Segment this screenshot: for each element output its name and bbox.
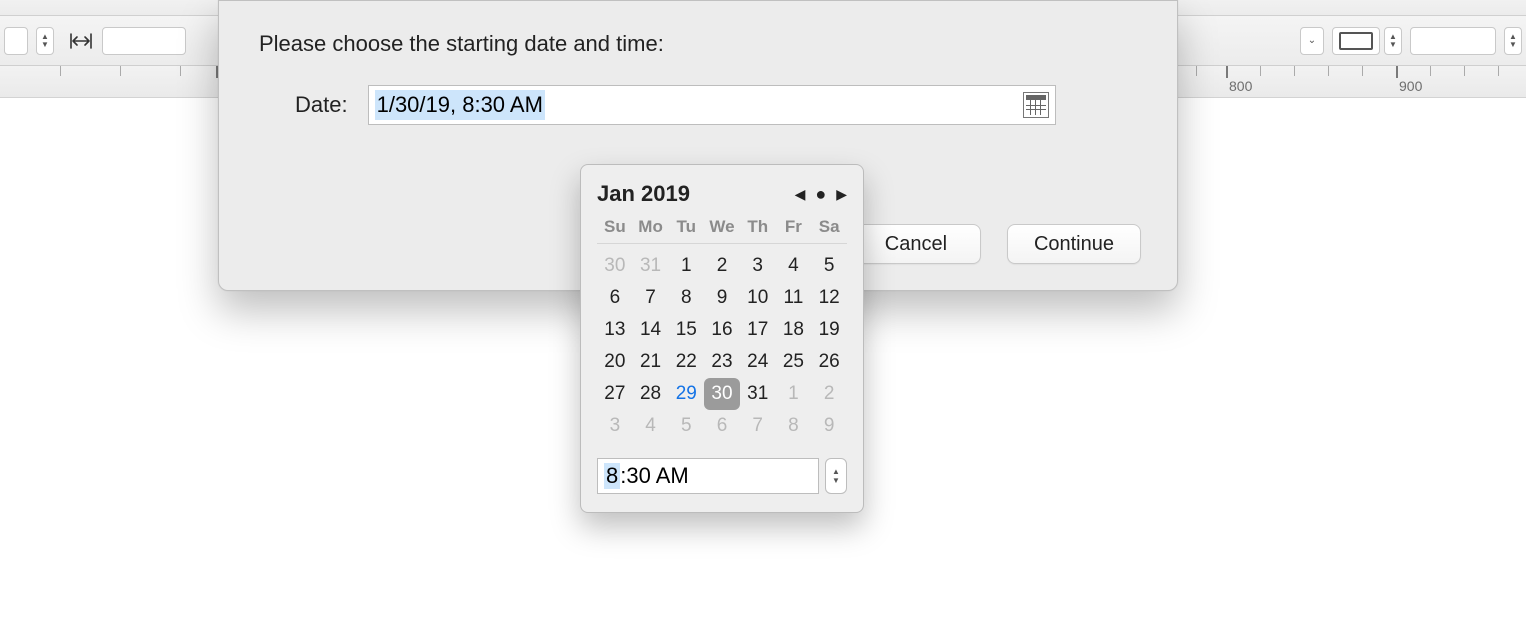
calendar-next-icon[interactable]: ▶ (836, 186, 847, 203)
toolbar-num-field-left[interactable] (4, 27, 28, 55)
calendar-day[interactable]: 27 (597, 378, 633, 410)
weekday-tu: Tu (668, 215, 704, 239)
calendar-day[interactable]: 5 (668, 410, 704, 442)
horizontal-resize-icon[interactable] (68, 28, 94, 54)
calendar-day[interactable]: 21 (633, 346, 669, 378)
calendar-day[interactable]: 17 (740, 314, 776, 346)
calendar-day[interactable]: 9 (811, 410, 847, 442)
calendar-day[interactable]: 3 (740, 250, 776, 282)
calendar-day[interactable]: 1 (776, 378, 812, 410)
calendar-day[interactable]: 10 (740, 282, 776, 314)
dialog-prompt: Please choose the starting date and time… (259, 31, 1141, 57)
calendar-day[interactable]: 24 (740, 346, 776, 378)
calendar-day[interactable]: 18 (776, 314, 812, 346)
calendar-prev-icon[interactable]: ◀ (795, 186, 806, 203)
calendar-day[interactable]: 26 (811, 346, 847, 378)
calendar-popover: Jan 2019 ◀ ● ▶ Su Mo Tu We Th Fr Sa 3031… (580, 164, 864, 513)
toolbar-dropdown-right-1[interactable]: ⌄ (1300, 27, 1324, 55)
calendar-day[interactable]: 12 (811, 282, 847, 314)
calendar-day[interactable]: 5 (811, 250, 847, 282)
continue-button-label: Continue (1034, 233, 1114, 256)
toolbar-shape-stepper[interactable]: ▲▼ (1384, 27, 1402, 55)
time-stepper[interactable]: ▲▼ (825, 458, 847, 494)
calendar-day[interactable]: 30 (597, 250, 633, 282)
calendar-day[interactable]: 29 (668, 378, 704, 410)
weekday-mo: Mo (633, 215, 669, 239)
calendar-day[interactable]: 4 (633, 410, 669, 442)
calendar-day[interactable]: 16 (704, 314, 740, 346)
calendar-day[interactable]: 28 (633, 378, 669, 410)
weekday-we: We (704, 215, 740, 239)
calendar-day[interactable]: 6 (704, 410, 740, 442)
calendar-day[interactable]: 30 (704, 378, 740, 410)
toolbar-stepper-right[interactable]: ▲▼ (1504, 27, 1522, 55)
calendar-day[interactable]: 31 (633, 250, 669, 282)
date-label: Date: (295, 92, 348, 118)
calendar-day[interactable]: 20 (597, 346, 633, 378)
calendar-grid: 3031123456789101112131415161718192021222… (597, 250, 847, 442)
weekday-th: Th (740, 215, 776, 239)
calendar-day[interactable]: 8 (668, 282, 704, 314)
toolbar-shape-field[interactable] (1332, 27, 1380, 55)
calendar-icon[interactable] (1023, 92, 1049, 118)
calendar-day[interactable]: 7 (740, 410, 776, 442)
calendar-day[interactable]: 8 (776, 410, 812, 442)
weekday-su: Su (597, 215, 633, 239)
calendar-day[interactable]: 23 (704, 346, 740, 378)
calendar-day[interactable]: 22 (668, 346, 704, 378)
calendar-day[interactable]: 7 (633, 282, 669, 314)
calendar-day[interactable]: 15 (668, 314, 704, 346)
cancel-button-label: Cancel (885, 233, 947, 256)
calendar-weekday-header: Su Mo Tu We Th Fr Sa (597, 215, 847, 244)
calendar-today-icon[interactable]: ● (815, 187, 826, 201)
time-hour-selected: 8 (604, 463, 620, 489)
calendar-day[interactable]: 3 (597, 410, 633, 442)
calendar-month-title: Jan 2019 (597, 181, 690, 207)
weekday-sa: Sa (811, 215, 847, 239)
calendar-day[interactable]: 4 (776, 250, 812, 282)
calendar-day[interactable]: 2 (811, 378, 847, 410)
weekday-fr: Fr (776, 215, 812, 239)
calendar-day[interactable]: 1 (668, 250, 704, 282)
calendar-day[interactable]: 31 (740, 378, 776, 410)
rectangle-icon (1339, 32, 1373, 50)
app-background: ▲▼ ⌄ ▲▼ ▲▼ 200 800 (0, 0, 1526, 630)
calendar-day[interactable]: 25 (776, 346, 812, 378)
toolbar-width-input[interactable] (102, 27, 186, 55)
ruler-label-900: 900 (1399, 78, 1422, 94)
calendar-day[interactable]: 9 (704, 282, 740, 314)
calendar-day[interactable]: 6 (597, 282, 633, 314)
time-input[interactable]: 8:30 AM (597, 458, 819, 494)
ruler-label-800: 800 (1229, 78, 1252, 94)
toolbar-num-field-right[interactable] (1410, 27, 1496, 55)
cancel-button[interactable]: Cancel (851, 224, 981, 264)
calendar-day[interactable]: 13 (597, 314, 633, 346)
time-rest: :30 AM (620, 463, 688, 489)
toolbar-stepper-left[interactable]: ▲▼ (36, 27, 54, 55)
calendar-day[interactable]: 14 (633, 314, 669, 346)
calendar-day[interactable]: 2 (704, 250, 740, 282)
continue-button[interactable]: Continue (1007, 224, 1141, 264)
date-input[interactable]: 1/30/19, 8:30 AM (368, 85, 1056, 125)
calendar-day[interactable]: 11 (776, 282, 812, 314)
calendar-day[interactable]: 19 (811, 314, 847, 346)
date-input-value: 1/30/19, 8:30 AM (375, 90, 545, 120)
